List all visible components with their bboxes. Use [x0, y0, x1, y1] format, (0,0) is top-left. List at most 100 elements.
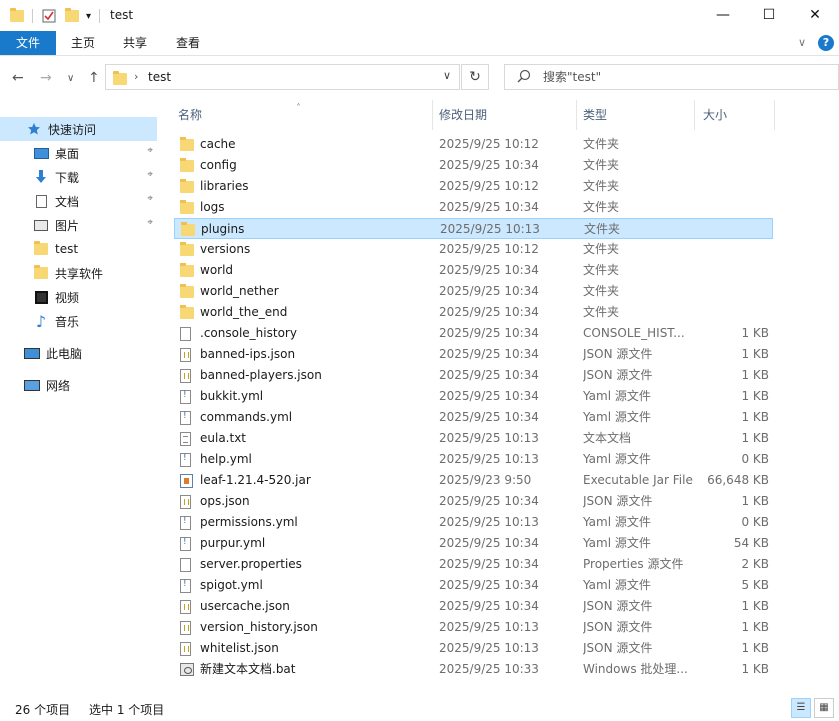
maximize-button[interactable]: ☐: [746, 0, 792, 30]
selection-count: 选中 1 个项目: [89, 703, 165, 717]
properties-icon[interactable]: [42, 7, 56, 25]
new-folder-icon[interactable]: [65, 7, 79, 25]
file-row[interactable]: spigot.yml 2025/9/25 10:34 Yaml 源文件 5 KB: [174, 575, 773, 596]
forward-button[interactable]: →: [40, 70, 52, 86]
file-row[interactable]: purpur.yml 2025/9/25 10:34 Yaml 源文件 54 KB: [174, 533, 773, 554]
sidebar-item-this-pc[interactable]: 此电脑: [0, 341, 157, 365]
sidebar-item-label: 下载: [55, 170, 80, 185]
column-header-size[interactable]: 大小: [695, 100, 775, 130]
file-size: [693, 134, 769, 155]
file-type: Windows 批处理...: [583, 662, 688, 676]
help-icon[interactable]: ?: [818, 35, 834, 51]
file-row[interactable]: versions 2025/9/25 10:12 文件夹: [174, 239, 773, 260]
close-button[interactable]: ✕: [792, 0, 838, 30]
folder-icon: [180, 158, 194, 172]
file-size: [693, 281, 769, 302]
search-input[interactable]: [543, 68, 823, 86]
tab-view[interactable]: 查看: [165, 31, 211, 55]
sidebar-item-downloads[interactable]: 下载 ⌖: [0, 165, 157, 189]
file-type: Yaml 源文件: [583, 515, 651, 529]
file-name: usercache.json: [200, 599, 290, 613]
file-type: JSON 源文件: [583, 599, 653, 613]
file-row[interactable]: 新建文本文档.bat 2025/9/25 10:33 Windows 批处理... 1…: [174, 659, 773, 680]
file-row[interactable]: world_nether 2025/9/25 10:34 文件夹: [174, 281, 773, 302]
refresh-button[interactable]: ↻: [461, 64, 489, 90]
file-row[interactable]: ops.json 2025/9/25 10:34 JSON 源文件 1 KB: [174, 491, 773, 512]
breadcrumb-separator[interactable]: ›: [134, 70, 138, 83]
sidebar-item-music[interactable]: ♪ 音乐: [0, 309, 157, 333]
breadcrumb[interactable]: test: [148, 70, 171, 84]
file-size: 66,648 KB: [707, 473, 769, 487]
file-row[interactable]: bukkit.yml 2025/9/25 10:34 Yaml 源文件 1 KB: [174, 386, 773, 407]
column-header-type[interactable]: 类型: [577, 100, 695, 130]
column-header-date[interactable]: 修改日期: [433, 100, 577, 130]
pin-icon: ⌖: [147, 169, 153, 180]
sidebar-item-documents[interactable]: 文档 ⌖: [0, 189, 157, 213]
sidebar-item-desktop[interactable]: 桌面 ⌖: [0, 141, 157, 165]
file-list: ˄ 名称 修改日期 类型 大小 cache 2025/9/25 10:12 文件夹 c…: [160, 100, 839, 694]
file-row[interactable]: world_the_end 2025/9/25 10:34 文件夹: [174, 302, 773, 323]
address-dropdown-icon[interactable]: ∨: [443, 69, 451, 82]
yaml-file-icon: [180, 516, 191, 530]
expand-ribbon-icon[interactable]: ∨: [798, 36, 806, 49]
file-row[interactable]: eula.txt 2025/9/25 10:13 文本文档 1 KB: [174, 428, 773, 449]
sidebar-item-test[interactable]: test: [0, 237, 157, 261]
recent-locations-button[interactable]: ∨: [67, 73, 74, 84]
json-file-icon: [180, 369, 191, 383]
file-type: 文件夹: [583, 242, 620, 256]
folder-icon: [180, 242, 194, 256]
pin-icon: ⌖: [147, 217, 153, 228]
file-type: 文件夹: [583, 305, 620, 319]
file-date: 2025/9/25 10:34: [439, 284, 539, 298]
file-row[interactable]: .console_history 2025/9/25 10:34 CONSOLE_H…: [174, 323, 773, 344]
details-view-button[interactable]: ☰: [791, 698, 811, 718]
customize-toolbar-icon[interactable]: ▾: [86, 7, 91, 25]
file-size: 0 KB: [741, 452, 769, 466]
file-row[interactable]: banned-players.json 2025/9/25 10:34 JSON 源…: [174, 365, 773, 386]
file-row[interactable]: config 2025/9/25 10:34 文件夹: [174, 155, 773, 176]
file-type: JSON 源文件: [583, 620, 653, 634]
search-box[interactable]: [504, 64, 839, 90]
sidebar-item-label: 图片: [55, 218, 80, 233]
pin-icon: ⌖: [147, 193, 153, 204]
file-row[interactable]: logs 2025/9/25 10:34 文件夹: [174, 197, 773, 218]
file-row[interactable]: cache 2025/9/25 10:12 文件夹: [174, 134, 773, 155]
sidebar-item-videos[interactable]: 视频: [0, 285, 157, 309]
file-date: 2025/9/25 10:34: [439, 599, 539, 613]
folder-icon: [181, 222, 195, 236]
file-row[interactable]: world 2025/9/25 10:34 文件夹: [174, 260, 773, 281]
file-row[interactable]: permissions.yml 2025/9/25 10:13 Yaml 源文件 0 …: [174, 512, 773, 533]
minimize-button[interactable]: —: [700, 0, 746, 30]
address-bar[interactable]: › test ∨: [105, 64, 460, 90]
file-row[interactable]: help.yml 2025/9/25 10:13 Yaml 源文件 0 KB: [174, 449, 773, 470]
up-button[interactable]: ↑: [88, 70, 100, 86]
file-row[interactable]: whitelist.json 2025/9/25 10:13 JSON 源文件 1 K…: [174, 638, 773, 659]
sidebar-item-pictures[interactable]: 图片 ⌖: [0, 213, 157, 237]
file-row[interactable]: commands.yml 2025/9/25 10:34 Yaml 源文件 1 KB: [174, 407, 773, 428]
file-size: [694, 219, 770, 240]
file-row[interactable]: version_history.json 2025/9/25 10:13 JSON …: [174, 617, 773, 638]
back-button[interactable]: ←: [12, 70, 24, 86]
file-row[interactable]: leaf-1.21.4-520.jar 2025/9/23 9:50 Executa…: [174, 470, 773, 491]
file-row[interactable]: plugins 2025/9/25 10:13 文件夹: [174, 218, 773, 239]
file-size: [693, 302, 769, 323]
tab-home[interactable]: 主页: [60, 31, 106, 55]
tab-share[interactable]: 共享: [112, 31, 158, 55]
file-date: 2025/9/25 10:12: [439, 137, 539, 151]
file-file-icon: [180, 327, 191, 341]
file-row[interactable]: banned-ips.json 2025/9/25 10:34 JSON 源文件 1 …: [174, 344, 773, 365]
large-icons-view-button[interactable]: ▦: [814, 698, 834, 718]
file-row[interactable]: usercache.json 2025/9/25 10:34 JSON 源文件 1 K…: [174, 596, 773, 617]
file-size: [693, 155, 769, 176]
file-type: 文件夹: [583, 179, 620, 193]
file-size: 1 KB: [741, 599, 769, 613]
file-row[interactable]: server.properties 2025/9/25 10:34 Properti…: [174, 554, 773, 575]
tab-file[interactable]: 文件: [0, 31, 56, 55]
file-name: 新建文本文档.bat: [200, 662, 296, 676]
column-header-name[interactable]: ˄ 名称: [160, 100, 433, 130]
file-row[interactable]: libraries 2025/9/25 10:12 文件夹: [174, 176, 773, 197]
sidebar-item-shared-software[interactable]: 共享软件: [0, 261, 157, 285]
sidebar-item-quick-access[interactable]: 快速访问: [0, 117, 157, 141]
file-type: JSON 源文件: [583, 368, 653, 382]
sidebar-item-network[interactable]: 网络: [0, 373, 157, 397]
